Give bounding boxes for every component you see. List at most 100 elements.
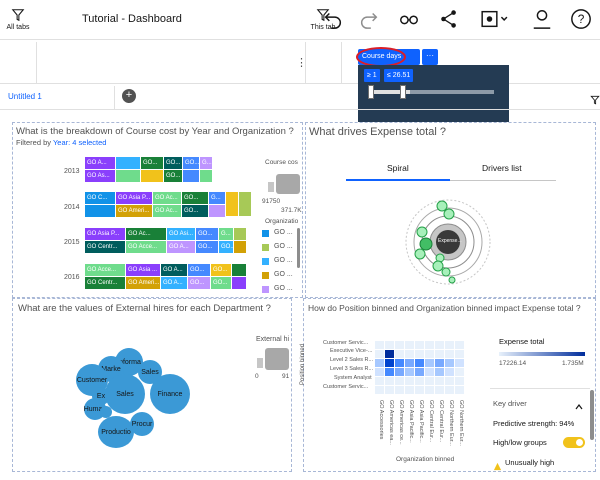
treemap-cell[interactable] xyxy=(232,264,246,276)
treemap-cell[interactable]: GO Ameri... xyxy=(126,277,160,289)
treemap-cell[interactable]: GO Asia P... xyxy=(116,192,152,204)
treemap-cell[interactable]: G... xyxy=(219,228,233,240)
treemap-cell[interactable]: GO C... xyxy=(85,192,115,204)
treemap-cell[interactable] xyxy=(232,277,246,289)
warning-icon xyxy=(493,458,502,471)
x-axis-label: Organization binned xyxy=(396,456,455,463)
treemap-cell[interactable] xyxy=(234,241,246,253)
this-tab-filter-button[interactable]: This tab xyxy=(308,0,338,42)
y-tick: Level 3 Sales R... xyxy=(330,366,374,372)
treemap-cell[interactable] xyxy=(200,170,212,182)
treemap-cell[interactable]: GO... xyxy=(219,241,233,253)
size-legend-title: Course cos xyxy=(265,159,298,166)
panel-scrollbar[interactable] xyxy=(590,390,594,440)
heatmap-legend-min: 17226.14 xyxy=(499,360,527,367)
glasses-icon[interactable] xyxy=(398,8,420,30)
share-icon[interactable] xyxy=(438,8,460,30)
treemap-cell[interactable]: GO... xyxy=(164,157,182,169)
treemap-cell[interactable]: GO... xyxy=(182,192,208,204)
treemap-cell[interactable]: GO As... xyxy=(85,170,115,182)
treemap-cell[interactable] xyxy=(116,170,140,182)
filter-icon[interactable] xyxy=(590,92,600,105)
x-tick: GO Asia Pacific... xyxy=(418,400,424,443)
treemap-cell[interactable]: GO Centr... xyxy=(85,241,125,253)
treemap-cell[interactable]: GO A... xyxy=(161,264,187,276)
treemap-cell[interactable]: G... xyxy=(209,192,225,204)
active-tab-indicator xyxy=(346,179,450,181)
filter-more-button[interactable]: ··· xyxy=(422,49,438,65)
treemap-cell[interactable] xyxy=(183,170,199,182)
redo-icon[interactable] xyxy=(358,8,380,30)
treemap-cell[interactable]: GO... xyxy=(196,241,218,253)
range-max-chip[interactable]: ≤ 26.51 xyxy=(384,69,414,82)
view-icon[interactable] xyxy=(478,8,512,30)
treemap-cell[interactable]: GO Ac... xyxy=(126,228,166,240)
treemap-cell[interactable]: GO A... xyxy=(161,277,187,289)
tab-spiral[interactable]: Spiral xyxy=(387,163,409,173)
all-tabs-label: All tabs xyxy=(6,24,30,31)
x-tick: GO Accessories xyxy=(378,400,384,440)
treemap-cell[interactable]: GO... xyxy=(211,277,231,289)
treemap-cell[interactable]: GO... xyxy=(141,157,163,169)
heatmap-legend-max: 1.735M xyxy=(562,360,584,367)
treemap-cell[interactable]: GO Asia P... xyxy=(85,228,125,240)
treemap-cell[interactable]: GO... xyxy=(196,228,218,240)
treemap-cell[interactable] xyxy=(209,205,225,217)
spiral-chart[interactable] xyxy=(400,196,496,292)
color-legend-title: Organizatio xyxy=(265,218,299,225)
bubble-legend-min: 0 xyxy=(255,373,259,380)
treemap-cell[interactable]: GO A... xyxy=(167,241,195,253)
filtered-by-value[interactable]: Year: 4 selected xyxy=(53,138,107,147)
treemap-cell[interactable] xyxy=(234,228,246,240)
treemap-cell[interactable]: GO Ac... xyxy=(153,205,181,217)
y-axis-label: Position binned xyxy=(300,343,306,385)
legend-swatch xyxy=(262,286,269,293)
svg-text:?: ? xyxy=(578,12,585,26)
treemap-cell[interactable]: GO Acce... xyxy=(85,264,125,276)
treemap-cell[interactable] xyxy=(85,205,115,217)
treemap-cell[interactable]: GO Acce... xyxy=(126,241,166,253)
legend-scrollbar[interactable] xyxy=(297,228,300,268)
treemap-cell[interactable]: GO Asi... xyxy=(167,228,195,240)
treemap-cell[interactable]: GO... xyxy=(183,157,199,169)
bubble[interactable]: Productio xyxy=(98,416,134,448)
bubble[interactable]: Finance xyxy=(150,374,190,414)
treemap-cell[interactable] xyxy=(116,157,140,169)
treemap-cell[interactable]: GO Ac... xyxy=(153,192,181,204)
treemap-cell[interactable]: GO... xyxy=(211,264,231,276)
all-tabs-filter-button[interactable]: All tabs xyxy=(2,0,34,42)
tab-drivers-list[interactable]: Drivers list xyxy=(482,163,522,173)
help-icon[interactable]: ? xyxy=(570,8,592,30)
treemap-cell[interactable] xyxy=(239,192,251,216)
y-tick: Customer Servic... xyxy=(323,384,369,390)
treemap-cell[interactable]: GO... xyxy=(188,277,210,289)
treemap-cell[interactable] xyxy=(226,192,238,216)
y-tick: System Analyst xyxy=(334,375,372,381)
treemap-cell[interactable]: GO A... xyxy=(85,157,115,169)
user-icon[interactable] xyxy=(531,8,553,30)
treemap-cell[interactable]: GO Ameri... xyxy=(116,205,152,217)
treemap-cell[interactable]: GO... xyxy=(164,170,182,182)
this-tab-label: This tab xyxy=(310,24,336,31)
panel-title: What are the values of External hires fo… xyxy=(18,303,271,314)
add-tab-icon[interactable]: + xyxy=(122,89,136,103)
chevron-up-icon[interactable] xyxy=(575,398,583,410)
treemap-cell[interactable]: GO Centr... xyxy=(85,277,125,289)
filter-icon xyxy=(11,9,25,22)
heatmap-legend-title: Expense total xyxy=(499,337,545,346)
treemap-cell[interactable]: GO... xyxy=(182,205,208,217)
heatmap-grid[interactable] xyxy=(375,341,465,395)
treemap-cell[interactable]: GO... xyxy=(188,264,210,276)
top-bar: Tutorial - Dashboard ? xyxy=(0,0,600,40)
treemap-cell[interactable]: GO Asia ... xyxy=(126,264,160,276)
legend-item: GO ... xyxy=(274,285,293,292)
high-low-toggle[interactable] xyxy=(563,437,585,448)
range-min-chip[interactable]: ≥ 1 xyxy=(364,69,380,82)
legend-swatch xyxy=(262,272,269,279)
tab-untitled-1[interactable]: Untitled 1 xyxy=(8,92,42,101)
year-label: 2015 xyxy=(64,239,80,246)
treemap-cell[interactable] xyxy=(141,170,163,182)
high-low-label: High/low groups xyxy=(493,438,547,447)
bubble-legend-small xyxy=(257,358,263,368)
treemap-cell[interactable]: G... xyxy=(200,157,212,169)
